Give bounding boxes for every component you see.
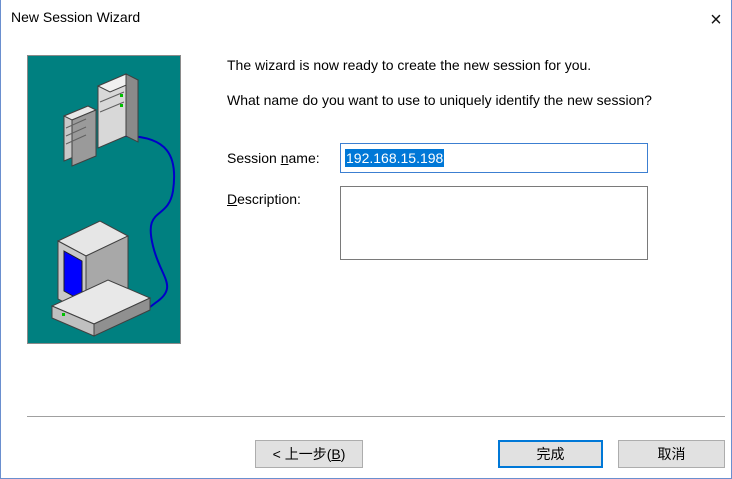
button-divider: [27, 416, 725, 417]
name-prompt: What name do you want to use to uniquely…: [227, 92, 652, 108]
back-accelerator: B: [331, 446, 341, 462]
session-name-input[interactable]: 192.168.15.198: [340, 143, 648, 173]
back-label-part: < 上一步(: [272, 446, 332, 462]
finish-button[interactable]: 完成: [498, 440, 603, 468]
session-name-label: Session name:: [227, 150, 320, 166]
cancel-button[interactable]: 取消: [618, 440, 725, 468]
wizard-window: New Session Wizard × The wizard is now r…: [0, 0, 732, 479]
description-label-part: escription:: [237, 191, 301, 207]
session-name-label-part: Session: [227, 150, 281, 166]
network-computers-icon: [27, 55, 181, 344]
session-name-accelerator: n: [280, 150, 289, 166]
ready-message: The wizard is now ready to create the ne…: [227, 57, 592, 73]
session-name-value: 192.168.15.198: [345, 149, 445, 167]
description-accelerator: D: [227, 191, 238, 207]
close-icon[interactable]: ×: [701, 6, 731, 34]
session-name-label-part: ame:: [288, 150, 320, 166]
title-bar: New Session Wizard ×: [1, 0, 731, 36]
description-label: Description:: [227, 191, 301, 207]
description-input[interactable]: [340, 186, 648, 260]
back-label-part: ): [340, 446, 346, 462]
window-title: New Session Wizard: [11, 9, 141, 25]
back-button[interactable]: < 上一步(B): [255, 440, 363, 468]
